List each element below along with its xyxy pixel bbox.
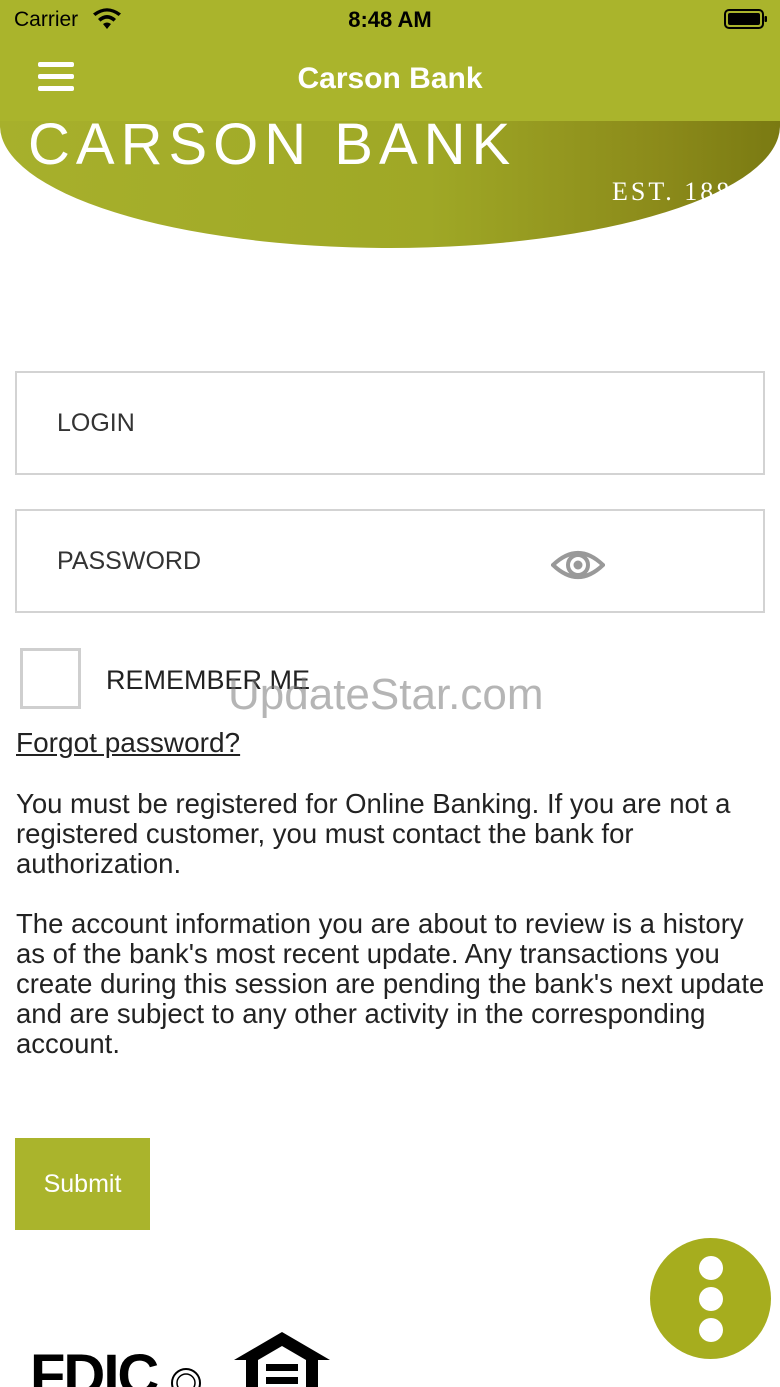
bank-logo-text: CARSON BANK	[28, 121, 517, 169]
more-options-button[interactable]	[650, 1238, 771, 1359]
nav-bar: Carson Bank	[0, 40, 780, 121]
password-field[interactable]	[15, 509, 765, 613]
forgot-password-link[interactable]: Forgot password?	[16, 727, 240, 759]
show-password-eye-icon[interactable]	[551, 545, 605, 585]
submit-button[interactable]: Submit	[15, 1138, 150, 1230]
watermark-text: UpdateStar.com	[228, 670, 544, 719]
login-input[interactable]	[57, 401, 537, 445]
svg-text:FDIC: FDIC	[30, 1345, 158, 1387]
registration-notice: You must be registered for Online Bankin…	[16, 788, 731, 879]
bank-est-text: EST. 1886	[612, 177, 749, 206]
more-vertical-icon	[699, 1256, 723, 1280]
nav-title: Carson Bank	[297, 62, 483, 95]
remember-me-checkbox[interactable]	[20, 648, 81, 709]
equal-housing-lender-icon	[234, 1332, 330, 1387]
battery-icon	[724, 9, 767, 29]
fdic-logo: FDIC	[30, 1345, 201, 1387]
login-field[interactable]	[15, 371, 765, 475]
bank-banner: CARSON BANK EST. 1886	[0, 121, 780, 249]
status-bar: Carrier 8:48 AM	[0, 0, 780, 40]
status-time: 8:48 AM	[348, 7, 432, 32]
password-input[interactable]	[57, 539, 537, 583]
account-history-notice: The account information you are about to…	[16, 908, 765, 1059]
